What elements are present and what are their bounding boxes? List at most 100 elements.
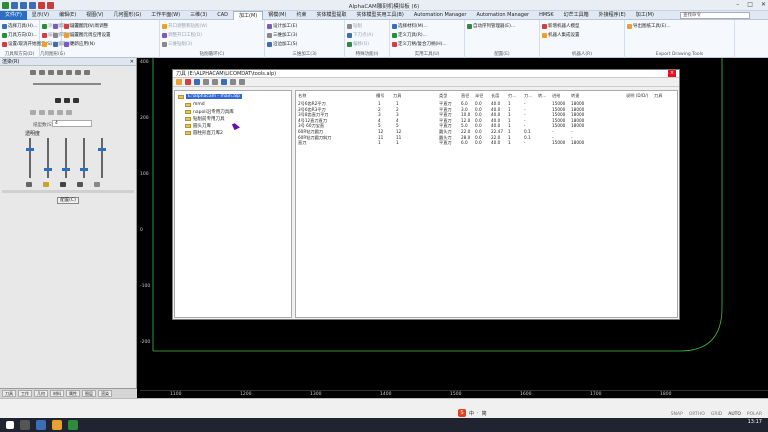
play-icon[interactable] — [64, 98, 70, 103]
ribbon-item-6-0[interactable]: 选择材料(M)... — [392, 23, 428, 29]
ime-type[interactable]: 简 — [482, 410, 487, 417]
apply-button[interactable]: 配置(C) — [57, 197, 79, 204]
ribbon-tab-16[interactable]: 幻芒工具箱 — [559, 11, 594, 20]
ribbon-item-2-0[interactable]: 设置图元(V)周调整 — [64, 23, 108, 29]
ribbon-item-5-2[interactable]: 偏移(O) — [347, 41, 369, 47]
panel-tab-0[interactable]: 刀具 — [2, 390, 16, 397]
render-icon[interactable] — [30, 70, 36, 75]
close-icon[interactable]: ✕ — [761, 1, 766, 8]
ribbon-tab-7[interactable]: CAD — [212, 11, 233, 20]
tree-root[interactable]: E:\alphacam - main.alp — [178, 94, 242, 99]
ribbon-item-0-1[interactable]: 刀具方向(D)... — [2, 32, 37, 38]
ribbon-tab-0[interactable]: 文件(F) — [0, 10, 27, 20]
ribbon-item-3-0[interactable]: 开口调整和钻削(W) — [162, 23, 207, 29]
start-icon[interactable] — [6, 421, 14, 429]
ribbon-tab-3[interactable]: 视图(V) — [81, 11, 108, 20]
ribbon-item-3-2[interactable]: 三维钻削(3) — [162, 41, 192, 47]
stop-icon[interactable] — [48, 110, 54, 115]
ribbon-tab-6[interactable]: 三维(3) — [185, 11, 212, 20]
ribbon-item-5-0[interactable]: 钻削 — [347, 23, 362, 29]
transparency-slider-3[interactable] — [80, 138, 88, 178]
ribbon-tab-17[interactable]: 外接程序(E) — [594, 11, 631, 20]
panel-tab-4[interactable]: 属性 — [66, 390, 80, 397]
ribbon-item-2-1[interactable]: 设置图元周应用设置 — [64, 32, 111, 38]
tree-folder-4[interactable]: 圆柱形直刀库2 — [185, 130, 223, 136]
sogou-icon[interactable]: S — [458, 409, 466, 417]
transparency-slider-2[interactable] — [62, 138, 70, 178]
panel-tab-2[interactable]: 几何 — [34, 390, 48, 397]
tree-folder-3[interactable]: 圆头刀库 — [185, 123, 211, 129]
tree-folder-1[interactable]: napoli沿专用刀具库 — [185, 109, 234, 115]
ribbon-item-6-2[interactable]: 定义刀柄/复合刀柄(H)... — [392, 41, 447, 47]
ribbon-item-4-1[interactable]: 三维加工(3) — [267, 32, 297, 38]
minimize-icon[interactable]: – — [736, 1, 739, 8]
speed-slider[interactable] — [33, 83, 101, 85]
status-mode-snap[interactable]: SNAP — [671, 412, 683, 417]
transparency-slider-0[interactable] — [26, 138, 34, 178]
ribbon-item-4-0[interactable]: 设计加工(E) — [267, 23, 297, 29]
status-mode-polar[interactable]: POLAR — [747, 412, 762, 417]
delete-icon[interactable] — [212, 79, 218, 85]
shade-icon[interactable] — [39, 70, 45, 75]
ribbon-tab-10[interactable]: 约束 — [291, 11, 311, 20]
zoom-icon[interactable] — [84, 70, 90, 75]
ribbon-tab-9[interactable]: 钢模(M) — [263, 11, 291, 20]
ribbon-item-8-0[interactable]: 新增机器人模型 — [542, 23, 580, 29]
reset-icon[interactable] — [57, 110, 63, 115]
ribbon-item-8-1[interactable]: 机器人集成设置 — [542, 32, 580, 38]
ime-mode[interactable]: 中 — [469, 410, 474, 417]
panel-tab-3[interactable]: 材料 — [50, 390, 64, 397]
ribbon-item-4-2[interactable]: 沿边加工(S) — [267, 41, 297, 47]
forward-icon[interactable] — [73, 98, 79, 103]
light-icon[interactable] — [57, 70, 63, 75]
tree-folder-0[interactable]: mmd — [185, 102, 205, 107]
ribbon-tab-14[interactable]: Automation Manager — [471, 11, 534, 20]
transparency-slider-4[interactable] — [98, 138, 106, 178]
tree-folder-2[interactable]: 钻削前专用刀具 — [185, 116, 225, 122]
ribbon-tab-11[interactable]: 实体模型提取 — [311, 11, 351, 20]
paper-input[interactable]: 4 — [52, 120, 92, 127]
ime-punct[interactable]: · — [477, 410, 479, 416]
wire-icon[interactable] — [48, 70, 54, 75]
status-mode-auto[interactable]: AUTO — [728, 412, 741, 417]
alphacam-icon[interactable] — [68, 420, 78, 430]
properties-icon[interactable] — [230, 79, 236, 85]
slider-thumb[interactable] — [44, 168, 52, 171]
transparency-slider-1[interactable] — [44, 138, 52, 178]
ribbon-tab-4[interactable]: 几何图形(G) — [109, 11, 147, 20]
panel-tab-6[interactable]: 渲染 — [98, 390, 112, 397]
ribbon-item-3-1[interactable]: 调整开口工程(D) — [162, 32, 202, 38]
ribbon-tab-8[interactable]: 加工(M) — [233, 10, 264, 20]
ribbon-item-9-0[interactable]: 导出图纸工具(E)... — [627, 23, 671, 29]
panel-tab-5[interactable]: 图层 — [82, 390, 96, 397]
edge-icon[interactable] — [36, 420, 46, 430]
dialog-close-button[interactable]: × — [668, 70, 676, 77]
pin-icon[interactable]: ✕ — [130, 59, 134, 65]
ribbon-item-0-0[interactable]: 选择刀具(H)... — [2, 23, 37, 29]
slider-thumb[interactable] — [62, 168, 70, 171]
ribbon-tab-5[interactable]: 工作平面(W) — [146, 11, 185, 20]
ribbon-item-2-2[interactable]: 更新应用(N) — [64, 41, 95, 47]
open-library-icon[interactable] — [176, 79, 182, 85]
ribbon-tab-12[interactable]: 实体模型实用工具(B) — [351, 11, 408, 20]
maximize-icon[interactable]: □ — [747, 1, 753, 8]
slider-thumb[interactable] — [80, 168, 88, 171]
ribbon-tab-15[interactable]: HMSK — [534, 11, 559, 20]
ribbon-item-6-1[interactable]: 定义刀具(R)... — [392, 32, 427, 38]
ribbon-tab-1[interactable]: 显示(V) — [27, 11, 54, 20]
edit-icon[interactable] — [203, 79, 209, 85]
tool-icon[interactable] — [185, 79, 191, 85]
explorer-icon[interactable] — [52, 420, 62, 430]
panel-tab-1[interactable]: 工作 — [18, 390, 32, 397]
new-tool-icon[interactable] — [194, 79, 200, 85]
view-icon[interactable] — [66, 70, 72, 75]
status-mode-ortho[interactable]: ORTHO — [689, 412, 705, 417]
options-icon[interactable] — [66, 110, 72, 115]
ribbon-tab-18[interactable]: 加工(M) — [631, 11, 659, 20]
help-icon[interactable] — [239, 79, 245, 85]
loop-icon[interactable] — [39, 110, 45, 115]
slider-thumb[interactable] — [98, 148, 106, 151]
step-icon[interactable] — [30, 110, 36, 115]
search-icon[interactable] — [20, 420, 30, 430]
command-search-input[interactable]: 查找命令 — [680, 12, 750, 19]
